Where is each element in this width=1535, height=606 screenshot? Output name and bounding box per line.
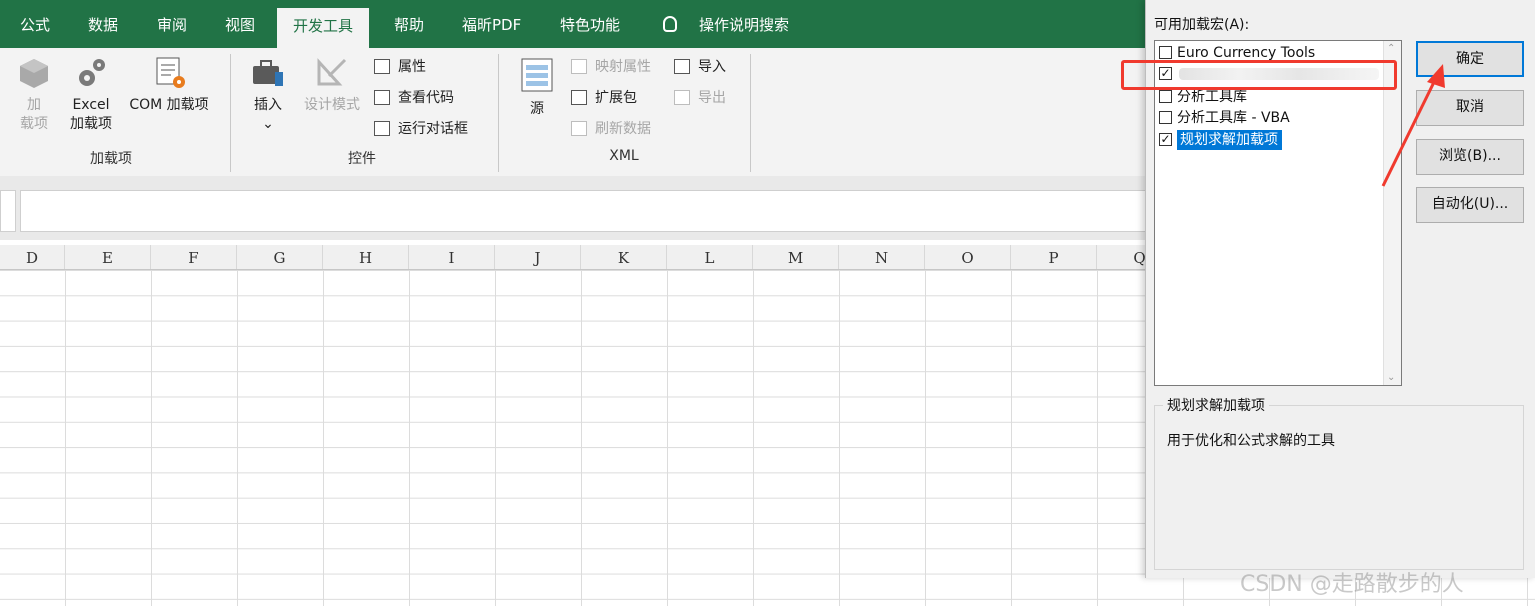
run-dialog-button[interactable]: 运行对话框: [374, 118, 468, 140]
chevron-down-icon[interactable]: ⌄: [1387, 372, 1395, 383]
refresh-data-label: 刷新数据: [595, 121, 651, 137]
map-properties-button[interactable]: 映射属性: [571, 56, 651, 78]
design-mode-icon: [317, 58, 347, 86]
expansion-packs-button[interactable]: 扩展包: [571, 87, 637, 109]
view-code-button[interactable]: 查看代码: [374, 87, 454, 109]
view-code-label: 查看代码: [398, 90, 454, 106]
addins-label-line2: 载项: [20, 116, 48, 132]
map-properties-icon: [571, 59, 587, 74]
expansion-packs-label: 扩展包: [595, 90, 637, 106]
import-icon: [674, 59, 690, 74]
watermark: CSDN @走路散步的人: [1240, 572, 1464, 597]
automation-button[interactable]: 自动化(U)...: [1416, 187, 1524, 223]
list-item-label: 分析工具库: [1177, 89, 1247, 105]
properties-button[interactable]: 属性: [374, 56, 426, 78]
insert-control-button[interactable]: 插入 ⌄: [244, 56, 292, 134]
expansion-packs-icon: [571, 90, 587, 105]
insert-label: 插入: [254, 97, 282, 113]
highlight-box: [1121, 60, 1397, 90]
toolbox-icon: [253, 60, 283, 86]
column-header[interactable]: P: [1011, 245, 1097, 269]
column-header[interactable]: G: [237, 245, 323, 269]
column-header[interactable]: D: [0, 245, 65, 269]
group-label-xml: XML: [609, 148, 639, 164]
properties-icon: [374, 59, 390, 74]
column-header[interactable]: I: [409, 245, 495, 269]
import-button[interactable]: 导入: [674, 56, 726, 78]
tab-review[interactable]: 审阅: [157, 0, 187, 48]
tab-special-features[interactable]: 特色功能: [560, 0, 620, 48]
addins-button[interactable]: 加 载项: [12, 56, 56, 134]
checkbox[interactable]: [1159, 111, 1172, 124]
column-header[interactable]: K: [581, 245, 667, 269]
tab-view[interactable]: 视图: [225, 0, 255, 48]
com-addins-button[interactable]: COM 加载项: [120, 56, 218, 115]
column-header[interactable]: N: [839, 245, 925, 269]
checkbox[interactable]: ✓: [1159, 133, 1172, 146]
column-header[interactable]: O: [925, 245, 1011, 269]
name-box[interactable]: [0, 190, 16, 232]
refresh-data-icon: [571, 121, 587, 136]
column-header[interactable]: J: [495, 245, 581, 269]
view-code-icon: [374, 90, 390, 105]
tab-developer[interactable]: 开发工具: [277, 8, 370, 48]
gears-icon: [79, 59, 105, 86]
column-header[interactable]: F: [151, 245, 237, 269]
formula-input[interactable]: [20, 190, 1152, 232]
group-label-addins: 加载项: [90, 151, 132, 167]
arrow-icon: [1381, 64, 1445, 187]
group-separator: [498, 54, 499, 172]
column-header[interactable]: H: [323, 245, 409, 269]
description-text: 用于优化和公式求解的工具: [1167, 433, 1335, 449]
group-label-controls: 控件: [348, 151, 376, 167]
checkbox[interactable]: [1159, 90, 1172, 103]
column-header[interactable]: L: [667, 245, 753, 269]
excel-addins-label-line2: 加载项: [70, 116, 112, 132]
tab-formulas[interactable]: 公式: [20, 0, 50, 48]
description-title: 规划求解加载项: [1163, 395, 1269, 415]
addins-label-line1: 加: [27, 97, 41, 113]
export-icon: [674, 90, 690, 105]
properties-label: 属性: [398, 59, 426, 75]
import-label: 导入: [698, 59, 726, 75]
excel-addins-label-line1: Excel: [72, 97, 110, 113]
com-addins-icon: [156, 57, 185, 88]
column-header[interactable]: M: [753, 245, 839, 269]
tab-data[interactable]: 数据: [88, 0, 118, 48]
dialog-title: 可用加载宏(A):: [1154, 17, 1250, 33]
design-mode-label: 设计模式: [304, 97, 360, 113]
group-separator: [750, 54, 751, 172]
lightbulb-icon: [663, 16, 677, 32]
xml-source-button[interactable]: 源: [514, 56, 560, 119]
list-item-label: 分析工具库 - VBA: [1177, 110, 1290, 126]
com-addins-label: COM 加载项: [129, 97, 209, 113]
tab-foxit-pdf[interactable]: 福昕PDF: [462, 0, 521, 48]
checkbox[interactable]: [1159, 46, 1172, 59]
design-mode-button[interactable]: 设计模式: [298, 56, 366, 115]
run-dialog-icon: [374, 121, 390, 136]
column-header[interactable]: E: [65, 245, 151, 269]
group-separator: [230, 54, 231, 172]
addins-listbox[interactable]: Euro Currency Tools ✓ 分析工具库 分析工具库 - VBA …: [1154, 40, 1402, 386]
export-label: 导出: [698, 90, 726, 106]
refresh-data-button[interactable]: 刷新数据: [571, 118, 651, 140]
tell-me-search[interactable]: 操作说明搜索: [699, 0, 789, 48]
export-button[interactable]: 导出: [674, 87, 726, 109]
chevron-up-icon[interactable]: ⌃: [1387, 43, 1395, 54]
run-dialog-label: 运行对话框: [398, 121, 468, 137]
chevron-down-icon: ⌄: [262, 116, 274, 132]
map-properties-label: 映射属性: [595, 59, 651, 75]
excel-addins-button[interactable]: Excel 加载项: [64, 56, 118, 134]
description-group: 规划求解加载项 用于优化和公式求解的工具: [1154, 395, 1524, 570]
cube-icon: [20, 59, 48, 88]
xml-source-label: 源: [530, 101, 544, 117]
list-item-label: 规划求解加载项: [1177, 130, 1282, 150]
tab-help[interactable]: 帮助: [394, 0, 424, 48]
xml-source-icon: [521, 58, 553, 92]
